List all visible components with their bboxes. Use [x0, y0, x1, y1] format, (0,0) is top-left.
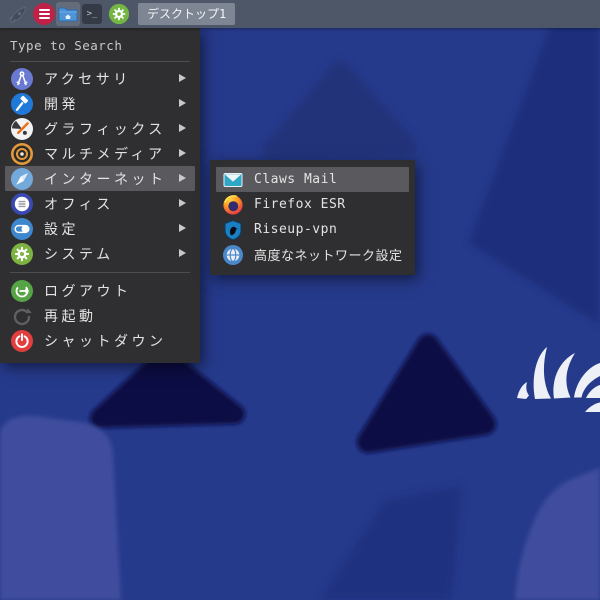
menu-item-label: マルチメディア	[44, 146, 166, 163]
accessories-icon	[10, 67, 34, 91]
submenu-item-advanced-network-settings[interactable]: 高度なネットワーク設定	[216, 242, 409, 267]
menu-item-graphics[interactable]: グラフィックス	[5, 116, 195, 141]
riseup-vpn-icon	[222, 219, 244, 241]
top-panel: >_ デスクトップ1	[0, 0, 600, 28]
menu-item-label: グラフィックス	[44, 121, 166, 138]
multimedia-icon	[10, 142, 34, 166]
development-icon	[10, 92, 34, 116]
submenu-arrow-icon	[179, 224, 186, 232]
menu-item-label: アクセサリ	[44, 71, 131, 88]
settings-gear-button[interactable]	[108, 3, 130, 25]
submenu-arrow-icon	[179, 124, 186, 132]
menu-item-logout[interactable]: ログアウト	[5, 278, 195, 303]
terminal-button[interactable]: >_	[82, 4, 102, 24]
separator	[10, 61, 190, 62]
menu-item-label: 設定	[44, 221, 79, 238]
submenu-arrow-icon	[179, 74, 186, 82]
settings-icon	[10, 217, 34, 241]
submenu-item-label: 高度なネットワーク設定	[254, 249, 403, 264]
submenu-item-label: Firefox ESR	[254, 197, 346, 212]
submenu-arrow-icon	[179, 199, 186, 207]
submenu-item-label: Claws Mail	[254, 172, 338, 187]
desktop: >_ デスクトップ1 Type to Search アクセサリ 開発 グラフィッ…	[0, 0, 600, 600]
firefox-icon	[222, 194, 244, 216]
submenu-arrow-icon	[179, 149, 186, 157]
menu-item-settings[interactable]: 設定	[5, 216, 195, 241]
launcher-rocket-icon[interactable]	[6, 2, 30, 26]
menu-item-label: ログアウト	[44, 283, 132, 300]
file-manager-button[interactable]	[56, 2, 80, 26]
advanced-network-icon	[222, 244, 244, 266]
applications-menu-button[interactable]	[33, 3, 55, 25]
office-icon	[10, 192, 34, 216]
menu-item-label: インターネット	[44, 171, 167, 188]
search-hint[interactable]: Type to Search	[0, 34, 200, 58]
workspace-pager[interactable]: デスクトップ1	[138, 3, 236, 25]
menu-item-system[interactable]: システム	[5, 241, 195, 266]
separator	[10, 272, 190, 273]
graphics-icon	[10, 117, 34, 141]
internet-submenu: Claws Mail Firefox ESR Riseup-vpn 高度なネット…	[210, 160, 415, 275]
menu-item-label: シャットダウン	[44, 333, 167, 350]
submenu-item-firefox-esr[interactable]: Firefox ESR	[216, 192, 409, 217]
system-icon	[10, 242, 34, 266]
applications-menu: Type to Search アクセサリ 開発 グラフィックス マルチメディア …	[0, 28, 200, 363]
shutdown-icon	[10, 329, 34, 353]
menu-item-restart[interactable]: 再起動	[5, 303, 195, 328]
internet-icon	[10, 167, 34, 191]
logout-icon	[10, 279, 34, 303]
submenu-item-riseup-vpn[interactable]: Riseup-vpn	[216, 217, 409, 242]
submenu-arrow-icon	[179, 174, 186, 182]
menu-item-accessories[interactable]: アクセサリ	[5, 66, 195, 91]
menu-item-label: 再起動	[44, 308, 97, 325]
submenu-arrow-icon	[179, 99, 186, 107]
restart-icon	[10, 304, 34, 328]
submenu-item-claws-mail[interactable]: Claws Mail	[216, 167, 409, 192]
menu-item-development[interactable]: 開発	[5, 91, 195, 116]
submenu-item-label: Riseup-vpn	[254, 222, 338, 237]
menu-item-label: 開発	[44, 96, 79, 113]
claws-mail-icon	[222, 169, 244, 191]
menu-item-label: オフィス	[44, 196, 114, 213]
menu-item-label: システム	[44, 246, 114, 263]
menu-item-multimedia[interactable]: マルチメディア	[5, 141, 195, 166]
menu-item-office[interactable]: オフィス	[5, 191, 195, 216]
menu-item-internet[interactable]: インターネット	[5, 166, 195, 191]
menu-item-shutdown[interactable]: シャットダウン	[5, 328, 195, 353]
submenu-arrow-icon	[179, 249, 186, 257]
